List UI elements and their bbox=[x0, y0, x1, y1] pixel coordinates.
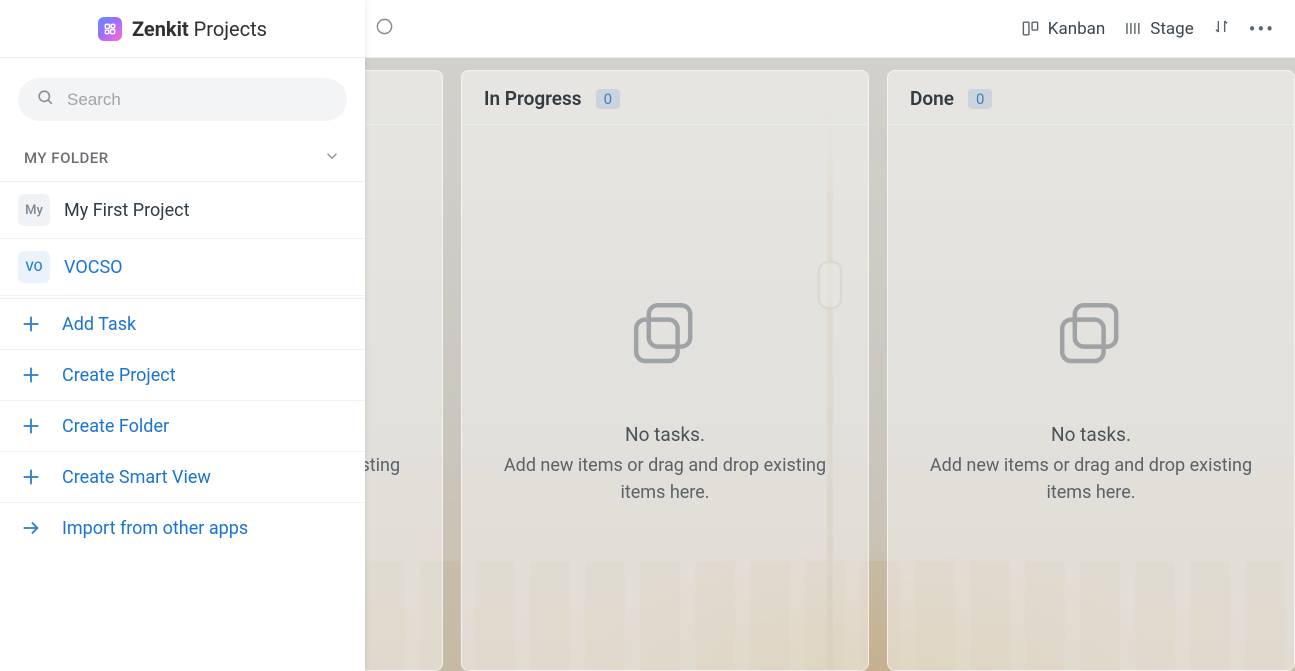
project-name: My First Project bbox=[64, 200, 189, 221]
column-body[interactable]: No tasks. Add new items or drag and drop… bbox=[462, 125, 868, 670]
main-area: Kanban Stage ••• To-Do 0 bbox=[365, 0, 1295, 671]
column-header: To-Do 0 bbox=[365, 71, 442, 125]
sort-icon[interactable] bbox=[1212, 17, 1231, 40]
folder-title: MY FOLDER bbox=[24, 149, 109, 167]
action-label: Create Project bbox=[62, 365, 176, 386]
help-icon[interactable] bbox=[375, 17, 394, 40]
view-kanban[interactable]: Kanban bbox=[1021, 19, 1105, 39]
search-icon bbox=[36, 88, 55, 111]
view-kanban-label: Kanban bbox=[1048, 19, 1105, 39]
action-item[interactable]: Create Folder bbox=[0, 401, 365, 452]
column-header: Done 0 bbox=[888, 71, 1294, 125]
chevron-down-icon bbox=[323, 147, 341, 169]
empty-title: No tasks. bbox=[625, 423, 705, 446]
board: To-Do 0 No tasks. Add new items or drag … bbox=[365, 58, 1295, 671]
column-count-badge: 0 bbox=[968, 89, 992, 109]
search-container bbox=[0, 58, 365, 141]
plus-icon bbox=[20, 313, 42, 335]
column-body[interactable]: No tasks. Add new items or drag and drop… bbox=[888, 125, 1294, 670]
project-name: VOCSO bbox=[64, 257, 123, 278]
kanban-columns: To-Do 0 No tasks. Add new items or drag … bbox=[365, 58, 1295, 671]
more-icon[interactable]: ••• bbox=[1249, 17, 1275, 41]
project-avatar: My bbox=[18, 194, 50, 226]
action-label: Create Smart View bbox=[62, 467, 211, 488]
search-input[interactable] bbox=[67, 90, 329, 110]
kanban-column[interactable]: Done 0 No tasks. Add new items or drag a… bbox=[887, 70, 1295, 671]
empty-title: No tasks. bbox=[1051, 423, 1131, 446]
brand-title: Zenkit Projects bbox=[132, 17, 267, 41]
column-title: Done bbox=[910, 87, 954, 110]
empty-subtitle: Add new items or drag and drop existing … bbox=[365, 452, 414, 506]
action-item[interactable]: Import from other apps bbox=[0, 503, 365, 553]
action-item[interactable]: Add Task bbox=[0, 299, 365, 350]
action-item[interactable]: Create Smart View bbox=[0, 452, 365, 503]
view-stage[interactable]: Stage bbox=[1123, 19, 1193, 39]
plus-icon bbox=[20, 415, 42, 437]
folder-section-header[interactable]: MY FOLDER bbox=[0, 141, 365, 182]
sidebar: Zenkit Projects MY FOLDER My My First Pr… bbox=[0, 0, 365, 671]
empty-stack-icon bbox=[1046, 289, 1136, 383]
sidebar-header: Zenkit Projects bbox=[0, 0, 365, 58]
zenkit-logo-icon bbox=[98, 17, 122, 41]
plus-icon bbox=[20, 466, 42, 488]
empty-subtitle: Add new items or drag and drop existing … bbox=[490, 452, 840, 506]
toolbar: Kanban Stage ••• bbox=[365, 0, 1295, 58]
arrow-right-icon bbox=[20, 517, 42, 539]
column-header: In Progress 0 bbox=[462, 71, 868, 125]
search-box[interactable] bbox=[18, 78, 347, 121]
empty-stack-icon bbox=[620, 289, 710, 383]
action-label: Create Folder bbox=[62, 416, 169, 437]
kanban-column[interactable]: To-Do 0 No tasks. Add new items or drag … bbox=[365, 70, 443, 671]
column-count-badge: 0 bbox=[596, 89, 620, 109]
project-item[interactable]: VO VOCSO bbox=[0, 239, 365, 296]
empty-subtitle: Add new items or drag and drop existing … bbox=[916, 452, 1266, 506]
project-avatar: VO bbox=[18, 251, 50, 283]
kanban-column[interactable]: In Progress 0 No tasks. Add new items or… bbox=[461, 70, 869, 671]
quick-actions: Add Task Create Project Create Folder Cr… bbox=[0, 298, 365, 553]
view-stage-label: Stage bbox=[1150, 19, 1193, 39]
column-body[interactable]: No tasks. Add new items or drag and drop… bbox=[365, 125, 442, 670]
action-label: Add Task bbox=[62, 314, 136, 335]
project-item[interactable]: My My First Project bbox=[0, 182, 365, 239]
column-title: In Progress bbox=[484, 87, 582, 110]
action-item[interactable]: Create Project bbox=[0, 350, 365, 401]
project-list: My My First Project VO VOCSO bbox=[0, 182, 365, 296]
plus-icon bbox=[20, 364, 42, 386]
action-label: Import from other apps bbox=[62, 518, 248, 539]
